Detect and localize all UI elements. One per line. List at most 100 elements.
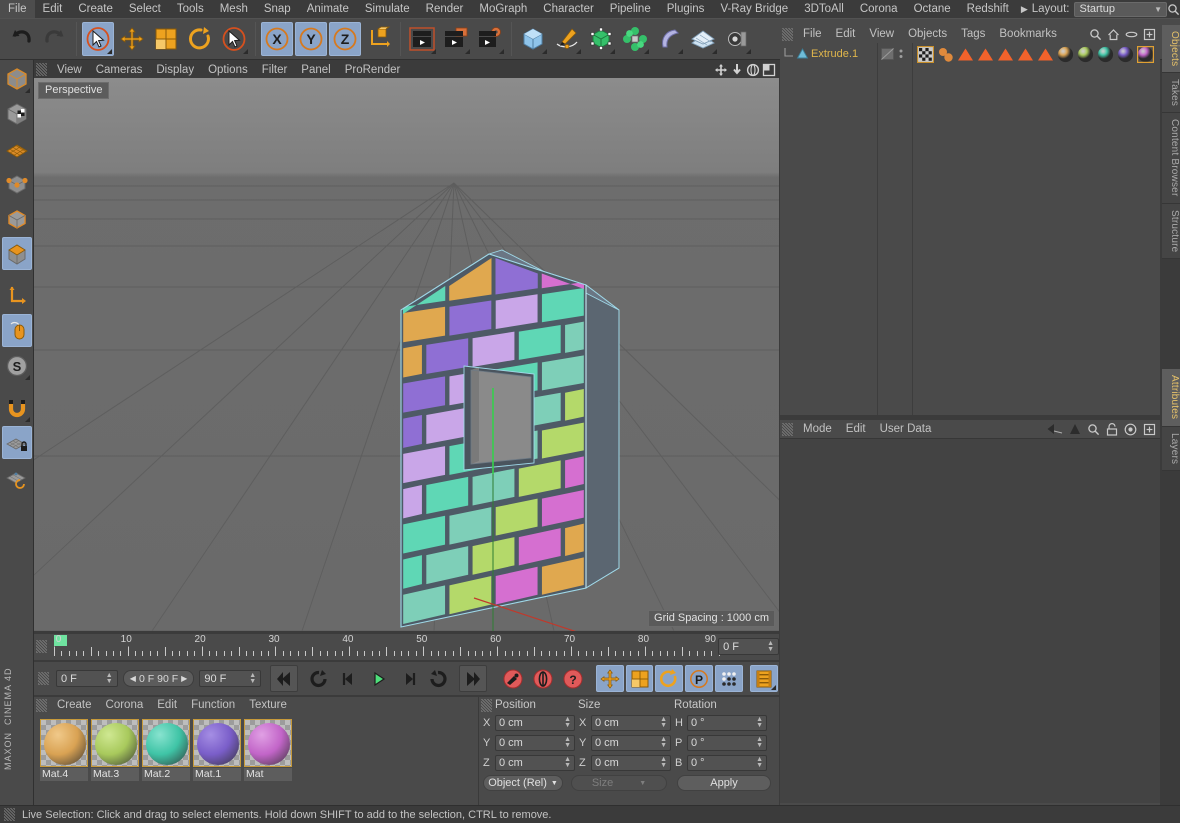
object-menu-objects[interactable]: Objects: [901, 28, 954, 40]
texture-mode-button[interactable]: [2, 132, 32, 165]
attributes-menu-edit[interactable]: Edit: [839, 423, 873, 435]
material-menu-texture[interactable]: Texture: [242, 699, 294, 711]
mouse-tool-button[interactable]: [1, 314, 32, 347]
nurbs-button[interactable]: [585, 22, 617, 56]
right-tab-takes[interactable]: Takes: [1162, 73, 1180, 114]
polygons-mode-button[interactable]: [1, 237, 32, 270]
magnet-button[interactable]: [2, 391, 32, 424]
coordinates-grip-icon[interactable]: [481, 698, 492, 712]
material-cell[interactable]: Mat: [244, 719, 292, 781]
previous-frame-button[interactable]: [335, 665, 363, 692]
coordinate-system-button[interactable]: [363, 22, 395, 56]
viewport-menu-cameras[interactable]: Cameras: [89, 64, 150, 76]
menu-character[interactable]: Character: [535, 0, 602, 18]
viewport-menu-filter[interactable]: Filter: [255, 64, 295, 76]
material-menu-edit[interactable]: Edit: [150, 699, 184, 711]
menu-octane[interactable]: Octane: [906, 0, 959, 18]
right-tab-layers[interactable]: Layers: [1162, 426, 1180, 471]
attributes-content[interactable]: [780, 438, 1160, 803]
play-backwards-loop-button[interactable]: [305, 665, 333, 692]
material-cell[interactable]: Mat.4: [40, 719, 88, 781]
ellipse-icon[interactable]: [1125, 28, 1138, 41]
spinner-icon[interactable]: ▲ ▼: [660, 756, 667, 769]
array-button[interactable]: [619, 22, 651, 56]
object-menu-file[interactable]: File: [796, 28, 829, 40]
range-next-icon[interactable]: ▶: [181, 674, 187, 683]
menu-animate[interactable]: Animate: [299, 0, 357, 18]
material-menu-create[interactable]: Create: [50, 699, 99, 711]
camera-button[interactable]: [721, 22, 753, 56]
menu-file[interactable]: File: [0, 0, 35, 18]
uvw-tag[interactable]: [917, 45, 934, 63]
spinner-icon[interactable]: ▲ ▼: [660, 736, 667, 749]
menu-create[interactable]: Create: [70, 0, 121, 18]
viewport-menu-view[interactable]: View: [50, 64, 89, 76]
timeline-ruler[interactable]: 0 10 20 30 40 50 60 70 80 90: [53, 634, 720, 660]
menu-corona[interactable]: Corona: [852, 0, 906, 18]
undo-button[interactable]: [5, 22, 37, 56]
move-tool-button[interactable]: [116, 22, 148, 56]
position-y-field[interactable]: 0 cm ▲ ▼: [495, 735, 575, 751]
spinner-icon[interactable]: ▲ ▼: [564, 716, 571, 729]
menu-tools[interactable]: Tools: [169, 0, 212, 18]
material-menu-function[interactable]: Function: [184, 699, 242, 711]
object-grip-icon[interactable]: [782, 27, 793, 41]
menu-render[interactable]: Render: [418, 0, 472, 18]
back-arrow-icon[interactable]: [1047, 423, 1063, 435]
viewport-menu-display[interactable]: Display: [149, 64, 201, 76]
selection-tag-1[interactable]: [957, 46, 974, 63]
render-settings-button[interactable]: [474, 22, 506, 56]
phong-tag[interactable]: [937, 46, 954, 63]
visibility-dots-icon[interactable]: [898, 48, 904, 60]
object-menu-view[interactable]: View: [862, 28, 901, 40]
right-tab-content-browser[interactable]: Content Browser: [1162, 113, 1180, 204]
object-menu-tags[interactable]: Tags: [954, 28, 992, 40]
rotation-p-field[interactable]: 0 ° ▲ ▼: [687, 735, 767, 751]
search-icon[interactable]: [1087, 423, 1100, 436]
add-cube-button[interactable]: [517, 22, 549, 56]
add-spline-button[interactable]: [551, 22, 583, 56]
live-selection-button[interactable]: [82, 22, 114, 56]
workplane-rotate-button[interactable]: [2, 461, 32, 494]
texture-tag-mat3[interactable]: [1077, 46, 1094, 63]
search-icon[interactable]: [1167, 3, 1180, 16]
make-editable-button[interactable]: [2, 62, 32, 95]
search-icon[interactable]: [1089, 28, 1102, 41]
spinner-icon[interactable]: ▲ ▼: [564, 736, 571, 749]
spinner-icon[interactable]: ▲ ▼: [660, 716, 667, 729]
attributes-menu-user-data[interactable]: User Data: [873, 423, 939, 435]
menu-overflow-arrow[interactable]: ▶: [1017, 4, 1032, 15]
selection-tag-5[interactable]: [1037, 46, 1054, 63]
size-x-field[interactable]: 0 cm ▲ ▼: [591, 715, 671, 731]
spinner-icon[interactable]: ▲ ▼: [106, 672, 113, 685]
render-region-button[interactable]: [440, 22, 472, 56]
size-mode-dropdown[interactable]: Size ▼: [571, 775, 667, 791]
rotation-h-field[interactable]: 0 ° ▲ ▼: [687, 715, 767, 731]
viewport-3d[interactable]: Y X Z Perspective Grid Spacing : 1000 cm: [34, 78, 779, 631]
viewport-menu-options[interactable]: Options: [201, 64, 255, 76]
transport-grip-icon[interactable]: [38, 672, 49, 685]
go-to-start-button[interactable]: [270, 665, 298, 692]
layer-swatch-icon[interactable]: [881, 47, 894, 60]
points-mode-button[interactable]: [2, 167, 32, 200]
object-row-extrude[interactable]: Extrude.1: [780, 46, 877, 61]
menu-mesh[interactable]: Mesh: [212, 0, 256, 18]
current-frame-field[interactable]: 0 F ▲ ▼: [55, 670, 118, 687]
material-cell[interactable]: Mat.2: [142, 719, 190, 781]
workplane-lock-button[interactable]: [1, 426, 32, 459]
enable-axis-button[interactable]: [2, 279, 32, 312]
spinner-icon[interactable]: ▲ ▼: [564, 756, 571, 769]
scale-key-button[interactable]: [625, 665, 654, 692]
material-thumbnail[interactable]: [91, 719, 139, 767]
select-tool-button[interactable]: [218, 22, 250, 56]
model-mode-button[interactable]: [2, 97, 32, 130]
point-level-animation-button[interactable]: [715, 665, 744, 692]
maximize-view-icon[interactable]: [762, 63, 776, 77]
spinner-icon[interactable]: ▲ ▼: [756, 756, 763, 769]
parameter-key-button[interactable]: P: [685, 665, 714, 692]
rotation-key-button[interactable]: [655, 665, 684, 692]
panel-grip-icon[interactable]: [36, 63, 47, 76]
spinner-icon[interactable]: ▲ ▼: [249, 672, 256, 685]
menu-pipeline[interactable]: Pipeline: [602, 0, 659, 18]
snap-settings-button[interactable]: S: [2, 349, 32, 382]
